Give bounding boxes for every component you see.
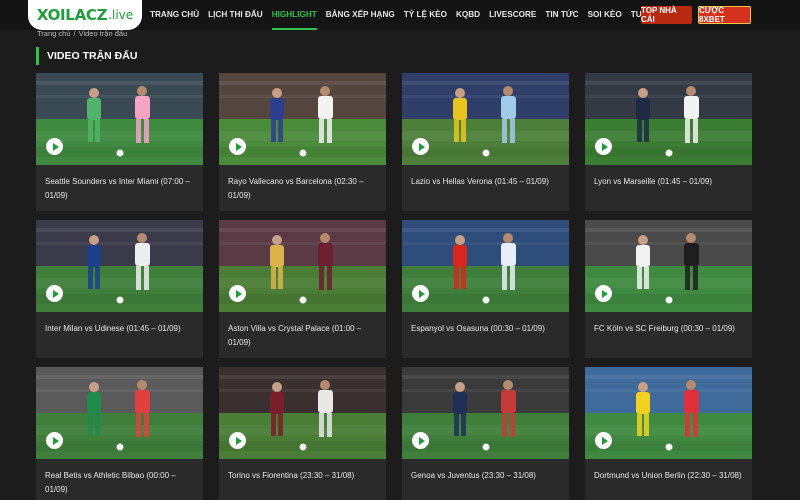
play-icon[interactable]: [229, 432, 246, 449]
logo-suffix: .live: [108, 8, 134, 22]
video-thumbnail[interactable]: [402, 367, 569, 459]
nav-item[interactable]: TIN TỨC: [545, 0, 578, 30]
play-icon[interactable]: [412, 432, 429, 449]
video-card[interactable]: Lazio vs Hellas Verona (01:45 – 01/09): [402, 73, 569, 211]
video-title[interactable]: Seattle Sounders vs Inter Miami (07:00 –…: [45, 175, 195, 202]
video-card[interactable]: Torino vs Fiorentina (23:30 – 31/08): [219, 367, 386, 500]
site-logo[interactable]: XOILACZ .live: [28, 0, 142, 30]
video-title[interactable]: Espanyol vs Osasuna (00:30 – 01/09): [411, 322, 561, 336]
play-icon[interactable]: [46, 138, 63, 155]
video-thumbnail[interactable]: [585, 73, 752, 165]
nav-item[interactable]: TRANG CHỦ: [150, 0, 199, 30]
video-card[interactable]: Genoa vs Juventus (23:30 – 31/08): [402, 367, 569, 500]
breadcrumb-current: Video trận đấu: [78, 29, 128, 38]
play-icon[interactable]: [595, 138, 612, 155]
play-icon[interactable]: [229, 285, 246, 302]
video-card[interactable]: Aston Villa vs Crystal Palace (01:00 – 0…: [219, 220, 386, 358]
video-title[interactable]: Torino vs Fiorentina (23:30 – 31/08): [228, 469, 378, 483]
nav-item[interactable]: KQBD: [456, 0, 480, 30]
video-title[interactable]: Dortmund vs Union Berlin (22:30 – 31/08): [594, 469, 744, 483]
video-card[interactable]: Seattle Sounders vs Inter Miami (07:00 –…: [36, 73, 203, 211]
logo-text: XOILACZ: [36, 6, 108, 24]
video-card[interactable]: FC Köln vs SC Freiburg (00:30 – 01/09): [585, 220, 752, 358]
play-icon[interactable]: [412, 285, 429, 302]
video-title[interactable]: Genoa vs Juventus (23:30 – 31/08): [411, 469, 561, 483]
video-title[interactable]: Lyon vs Marseille (01:45 – 01/09): [594, 175, 744, 189]
video-thumbnail[interactable]: [36, 220, 203, 312]
play-icon[interactable]: [412, 138, 429, 155]
nav-item[interactable]: TỶ LỆ KÈO: [404, 0, 447, 30]
main-menu: TRANG CHỦ LỊCH THI ĐẤU HIGHLIGHT BẢNG XẾP H…: [150, 0, 694, 30]
play-icon[interactable]: [229, 138, 246, 155]
nav-item[interactable]: HIGHLIGHT: [271, 0, 317, 30]
video-card[interactable]: Dortmund vs Union Berlin (22:30 – 31/08): [585, 367, 752, 500]
section-title: VIDEO TRẬN ĐẤU: [36, 47, 137, 65]
video-thumbnail[interactable]: [36, 73, 203, 165]
video-card[interactable]: Lyon vs Marseille (01:45 – 01/09): [585, 73, 752, 211]
video-thumbnail[interactable]: [402, 73, 569, 165]
video-title[interactable]: Aston Villa vs Crystal Palace (01:00 – 0…: [228, 322, 378, 349]
video-thumbnail[interactable]: [219, 367, 386, 459]
video-title[interactable]: Real Betis vs Athletic Bilbao (00:00 – 0…: [45, 469, 195, 496]
video-thumbnail[interactable]: [585, 367, 752, 459]
video-thumbnail[interactable]: [36, 367, 203, 459]
video-thumbnail[interactable]: [402, 220, 569, 312]
video-card[interactable]: Inter Milan vs Udinese (01:45 – 01/09): [36, 220, 203, 358]
nav-item[interactable]: BẢNG XẾP HẠNG: [326, 0, 395, 30]
nav-item[interactable]: LIVESCORE: [489, 0, 536, 30]
video-title[interactable]: Lazio vs Hellas Verona (01:45 – 01/09): [411, 175, 561, 189]
play-icon[interactable]: [595, 285, 612, 302]
play-icon[interactable]: [46, 285, 63, 302]
video-card[interactable]: Rayo Vallecano vs Barcelona (02:30 – 01/…: [219, 73, 386, 211]
breadcrumb: Trang chủ / Video trận đấu: [37, 29, 127, 38]
video-title[interactable]: Rayo Vallecano vs Barcelona (02:30 – 01/…: [228, 175, 378, 202]
breadcrumb-separator: /: [73, 29, 76, 38]
video-thumbnail[interactable]: [219, 73, 386, 165]
video-thumbnail[interactable]: [219, 220, 386, 312]
video-title[interactable]: FC Köln vs SC Freiburg (00:30 – 01/09): [594, 322, 744, 336]
video-card[interactable]: Espanyol vs Osasuna (00:30 – 01/09): [402, 220, 569, 358]
play-icon[interactable]: [595, 432, 612, 449]
top-navigation-bar: XOILACZ .live TRANG CHỦ LỊCH THI ĐẤU HIGHLI…: [0, 0, 800, 30]
play-icon[interactable]: [46, 432, 63, 449]
top-bookmaker-button[interactable]: TOP NHÀ CÁI: [641, 6, 692, 24]
nav-item[interactable]: SOI KÈO: [588, 0, 622, 30]
nav-item[interactable]: LỊCH THI ĐẤU: [208, 0, 263, 30]
bet-8xbet-button[interactable]: CƯỢC 8XBET: [698, 6, 751, 24]
video-card[interactable]: Real Betis vs Athletic Bilbao (00:00 – 0…: [36, 367, 203, 500]
breadcrumb-home-link[interactable]: Trang chủ: [37, 29, 71, 38]
video-thumbnail[interactable]: [585, 220, 752, 312]
video-title[interactable]: Inter Milan vs Udinese (01:45 – 01/09): [45, 322, 195, 336]
